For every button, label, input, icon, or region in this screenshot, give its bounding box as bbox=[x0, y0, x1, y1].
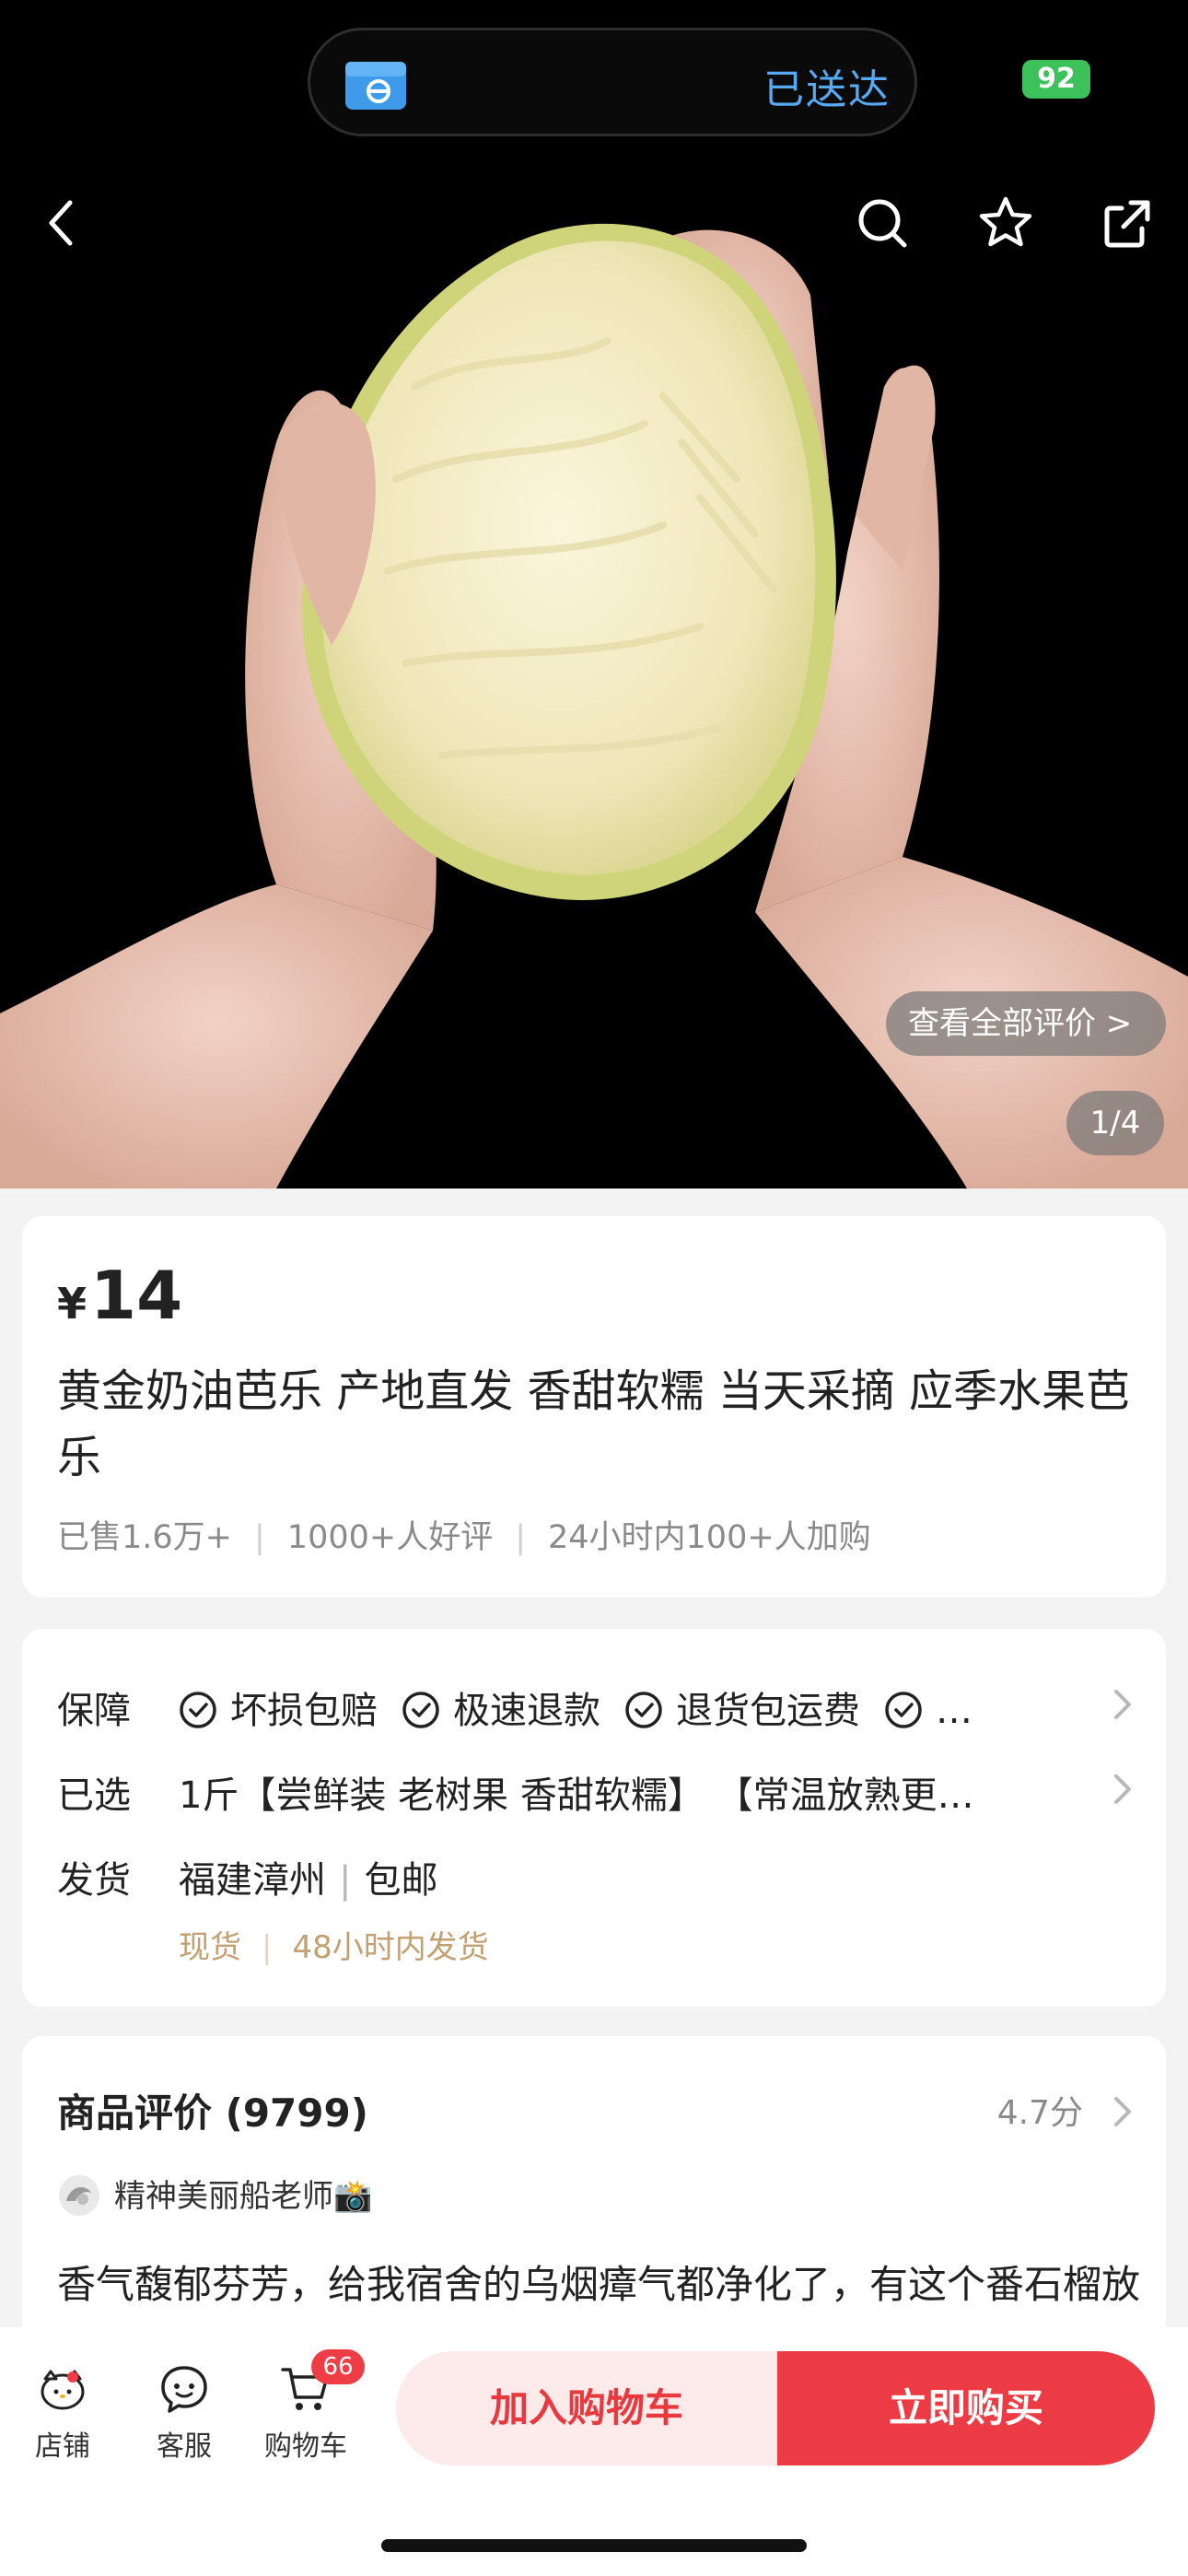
guarantee-list: 坏损包赔 极速退款 退货包运费 … bbox=[179, 1680, 1044, 1734]
sales-stats: 已售1.6万+ | 1000+人好评 | 24小时内100+人加购 bbox=[57, 1519, 871, 1556]
guarantee-label: 保障 bbox=[57, 1690, 131, 1732]
service-info-card: 保障 坏损包赔 极速退款 退货包运费 … 已选 1斤【尝鲜装 老树果 香甜软糯】 【常… bbox=[22, 1629, 1166, 2007]
chevron-right-icon bbox=[1114, 1690, 1131, 1719]
check-circle-icon bbox=[625, 1692, 662, 1728]
back-arrow-icon[interactable] bbox=[29, 190, 96, 256]
add-to-cart-button[interactable]: 加入购物车 bbox=[396, 2351, 777, 2465]
delivery-status: 已送达 bbox=[763, 66, 891, 113]
positive-review-count: 1000+人好评 bbox=[286, 1519, 494, 1556]
battery-indicator: 92 bbox=[1022, 60, 1090, 99]
store-tab[interactable]: 店铺 bbox=[7, 2362, 118, 2464]
guarantee-item: 退货包运费 bbox=[624, 1680, 860, 1734]
review-score: 4.7分 bbox=[996, 2094, 1083, 2132]
selected-spec-value: 1斤【尝鲜装 老树果 香甜软糯】 【常温放熟更… bbox=[179, 1774, 974, 1817]
reviews-title: 商品评价 (9799) bbox=[57, 2090, 368, 2136]
buy-now-button[interactable]: 立即购买 bbox=[777, 2351, 1155, 2465]
cart-label: 购物车 bbox=[264, 2430, 347, 2463]
product-info-card: ¥14 黄金奶油芭乐 产地直发 香甜软糯 当天采摘 应季水果芭乐 已售1.6万+… bbox=[22, 1216, 1166, 1598]
share-icon[interactable] bbox=[1094, 190, 1160, 256]
check-circle-icon bbox=[402, 1692, 439, 1728]
check-circle-icon bbox=[885, 1692, 922, 1728]
guarantee-item: 极速退款 bbox=[402, 1680, 600, 1734]
store-icon bbox=[41, 2370, 85, 2410]
favorite-star-icon[interactable] bbox=[973, 190, 1039, 256]
home-indicator[interactable] bbox=[381, 2539, 807, 2552]
guarantee-item: … bbox=[884, 1690, 973, 1732]
sold-count: 已售1.6万+ bbox=[57, 1519, 232, 1556]
selected-label: 已选 bbox=[57, 1774, 131, 1817]
chat-bubble-icon bbox=[161, 2366, 207, 2413]
shipping-info: 福建漳州 | 包邮 bbox=[179, 1859, 438, 1902]
stock-status: 现货 | 48小时内发货 bbox=[179, 1929, 489, 1966]
price-value: 14 bbox=[90, 1257, 183, 1334]
shipping-fee: 包邮 bbox=[364, 1859, 438, 1902]
currency-symbol: ¥ bbox=[57, 1279, 87, 1329]
reviewer: 精神美丽船老师📸 bbox=[57, 2171, 372, 2218]
shipping-origin: 福建漳州 bbox=[179, 1859, 326, 1902]
shipping-label: 发货 bbox=[57, 1859, 131, 1902]
customer-service-tab[interactable]: 客服 bbox=[129, 2362, 239, 2464]
cart-count-badge: 66 bbox=[311, 2349, 365, 2384]
dispatch-time: 48小时内发货 bbox=[292, 1929, 489, 1966]
reviewer-name: 精神美丽船老师📸 bbox=[114, 2178, 373, 2215]
chevron-right-icon bbox=[1114, 1774, 1131, 1804]
dynamic-island[interactable]: 已送达 bbox=[308, 28, 917, 136]
cart-tab[interactable]: 购物车 66 bbox=[250, 2349, 365, 2464]
cart-add-count: 24小时内100+人加购 bbox=[548, 1519, 871, 1556]
view-all-reviews-button[interactable]: 查看全部评价 > bbox=[886, 991, 1166, 1056]
avatar bbox=[59, 2175, 99, 2216]
customer-service-label: 客服 bbox=[157, 2430, 212, 2463]
product-title: 黄金奶油芭乐 产地直发 香甜软糯 当天采摘 应季水果芭乐 bbox=[57, 1365, 1131, 1483]
guarantee-item: 坏损包赔 bbox=[179, 1680, 378, 1734]
check-circle-icon bbox=[180, 1692, 216, 1728]
product-image-gallery[interactable]: 已送达 92 查看全部评价 > 1/4 bbox=[0, 0, 1188, 1188]
product-price: ¥14 bbox=[57, 1257, 182, 1334]
delivery-box-icon bbox=[345, 62, 406, 110]
chevron-right-icon bbox=[1114, 2097, 1131, 2126]
store-label: 店铺 bbox=[35, 2430, 90, 2463]
search-icon[interactable] bbox=[849, 190, 915, 256]
image-page-indicator: 1/4 bbox=[1066, 1091, 1164, 1155]
in-stock-label: 现货 bbox=[179, 1929, 241, 1966]
